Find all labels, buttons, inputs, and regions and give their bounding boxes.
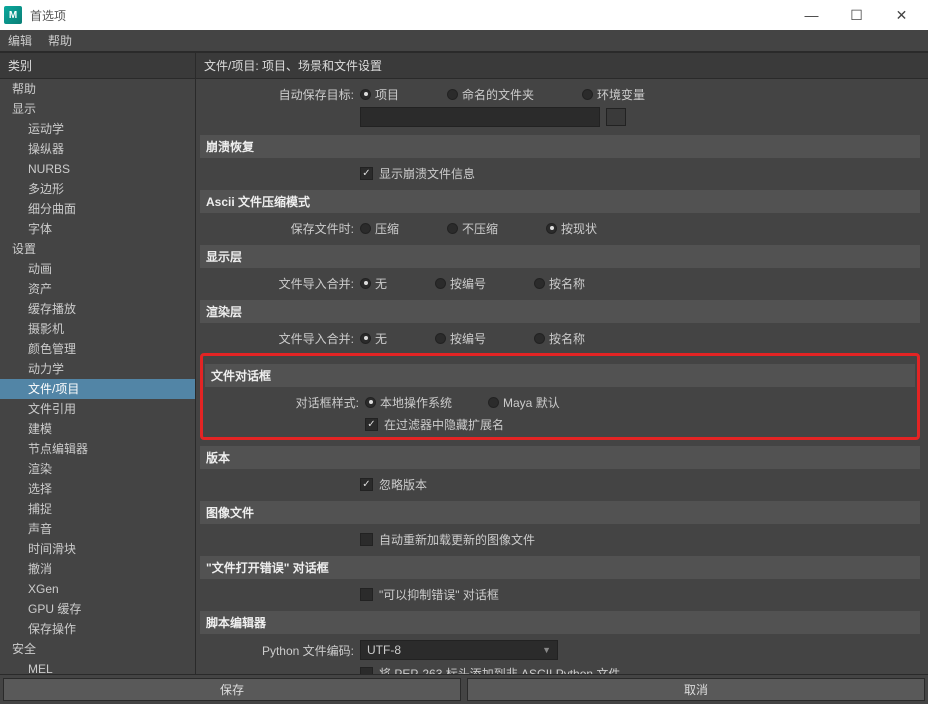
highlight-file-dialog: 文件对话框 对话框样式: 本地操作系统 Maya 默认 ✓在过滤器中隐藏扩展名 [200, 353, 920, 440]
save-button[interactable]: 保存 [3, 678, 461, 701]
filedialog-radio-maya[interactable]: Maya 默认 [488, 394, 560, 411]
tree-item[interactable]: 撤消 [0, 559, 195, 579]
section-image-file: 图像文件 [200, 501, 920, 524]
python-encoding-dropdown[interactable]: UTF-8 ▼ [360, 640, 558, 660]
renderlayer-radio-byname[interactable]: 按名称 [534, 330, 585, 347]
tree-item[interactable]: 安全 [0, 639, 195, 659]
filedialog-radio-native[interactable]: 本地操作系统 [365, 394, 452, 411]
main-area: 类别 帮助显示运动学操纵器NURBS多边形细分曲面字体设置动画资产缓存播放摄影机… [0, 52, 928, 674]
autosave-radio-env[interactable]: 环境变量 [582, 86, 645, 103]
tree-item[interactable]: 资产 [0, 279, 195, 299]
tree-item[interactable]: 操纵器 [0, 139, 195, 159]
displaylayer-radio-none[interactable]: 无 [360, 275, 387, 292]
tree-item[interactable]: 建模 [0, 419, 195, 439]
titlebar: M 首选项 — ☐ ✕ [0, 0, 928, 30]
maximize-button[interactable]: ☐ [834, 0, 879, 30]
tree-item[interactable]: XGen [0, 579, 195, 599]
close-button[interactable]: ✕ [879, 0, 924, 30]
tree-item[interactable]: 颜色管理 [0, 339, 195, 359]
tree-item[interactable]: NURBS [0, 159, 195, 179]
section-version: 版本 [200, 446, 920, 469]
tree-item[interactable]: 帮助 [0, 79, 195, 99]
tree-item[interactable]: 摄影机 [0, 319, 195, 339]
tree-item[interactable]: 保存操作 [0, 619, 195, 639]
checkbox-ignore-version[interactable]: ✓忽略版本 [360, 476, 427, 493]
checkbox-auto-reload-image[interactable]: 自动重新加载更新的图像文件 [360, 531, 535, 548]
section-open-error: "文件打开错误" 对话框 [200, 556, 920, 579]
autosave-radio-project[interactable]: 项目 [360, 86, 399, 103]
section-script-editor: 脚本编辑器 [200, 611, 920, 634]
tree-item[interactable]: 设置 [0, 239, 195, 259]
tree-item[interactable]: 显示 [0, 99, 195, 119]
displaylayer-radio-byname[interactable]: 按名称 [534, 275, 585, 292]
tree-item[interactable]: MEL [0, 659, 195, 674]
sidebar-header: 类别 [0, 53, 195, 79]
autosave-path-row [200, 105, 920, 129]
tree-item[interactable]: 动画 [0, 259, 195, 279]
section-file-dialog: 文件对话框 [205, 364, 915, 387]
displaylayer-radio-bynum[interactable]: 按编号 [435, 275, 486, 292]
ascii-radio-compress[interactable]: 压缩 [360, 220, 399, 237]
autosave-radio-folder[interactable]: 命名的文件夹 [447, 86, 534, 103]
content-header: 文件/项目: 项目、场景和文件设置 [196, 53, 928, 79]
section-display-layer: 显示层 [200, 245, 920, 268]
tree-item[interactable]: 捕捉 [0, 499, 195, 519]
section-crash-recovery: 崩溃恢复 [200, 135, 920, 158]
content-body[interactable]: 自动保存目标: 项目 命名的文件夹 环境变量 崩溃恢复 ✓显示崩溃文件信息 As… [196, 79, 928, 674]
section-ascii-compress: Ascii 文件压缩模式 [200, 190, 920, 213]
autosave-target-label: 自动保存目标: [200, 86, 360, 103]
category-tree[interactable]: 帮助显示运动学操纵器NURBS多边形细分曲面字体设置动画资产缓存播放摄影机颜色管… [0, 79, 195, 674]
app-logo: M [4, 6, 22, 24]
renderlayer-radio-none[interactable]: 无 [360, 330, 387, 347]
checkbox-hide-extensions[interactable]: ✓在过滤器中隐藏扩展名 [365, 416, 504, 433]
ascii-radio-asis[interactable]: 按现状 [546, 220, 597, 237]
autosave-target-row: 自动保存目标: 项目 命名的文件夹 环境变量 [200, 83, 920, 105]
cancel-button[interactable]: 取消 [467, 678, 925, 701]
tree-item[interactable]: 字体 [0, 219, 195, 239]
window-title: 首选项 [30, 7, 66, 24]
minimize-button[interactable]: — [789, 0, 834, 30]
chevron-down-icon: ▼ [542, 645, 551, 655]
ascii-radio-nocompress[interactable]: 不压缩 [447, 220, 498, 237]
content-panel: 文件/项目: 项目、场景和文件设置 自动保存目标: 项目 命名的文件夹 环境变量… [196, 53, 928, 674]
menu-help[interactable]: 帮助 [48, 32, 72, 49]
footer: 保存 取消 [0, 674, 928, 704]
tree-item[interactable]: 多边形 [0, 179, 195, 199]
tree-item[interactable]: 选择 [0, 479, 195, 499]
menu-edit[interactable]: 编辑 [8, 32, 32, 49]
tree-item[interactable]: 细分曲面 [0, 199, 195, 219]
checkbox-pep263[interactable]: 将 PEP-263 标头添加到非 ASCII Python 文件 [360, 665, 620, 675]
tree-item[interactable]: 运动学 [0, 119, 195, 139]
tree-item[interactable]: GPU 缓存 [0, 599, 195, 619]
tree-item[interactable]: 节点编辑器 [0, 439, 195, 459]
renderlayer-radio-bynum[interactable]: 按编号 [435, 330, 486, 347]
checkbox-suppress-error[interactable]: "可以抑制错误" 对话框 [360, 586, 499, 603]
section-render-layer: 渲染层 [200, 300, 920, 323]
checkbox-show-crash-info[interactable]: ✓显示崩溃文件信息 [360, 165, 475, 182]
tree-item[interactable]: 声音 [0, 519, 195, 539]
tree-item[interactable]: 文件/项目 [0, 379, 195, 399]
autosave-path-field[interactable] [360, 107, 600, 127]
menubar: 编辑 帮助 [0, 30, 928, 52]
tree-item[interactable]: 动力学 [0, 359, 195, 379]
tree-item[interactable]: 文件引用 [0, 399, 195, 419]
tree-item[interactable]: 缓存播放 [0, 299, 195, 319]
browse-folder-icon[interactable] [606, 108, 626, 126]
tree-item[interactable]: 渲染 [0, 459, 195, 479]
tree-item[interactable]: 时间滑块 [0, 539, 195, 559]
sidebar: 类别 帮助显示运动学操纵器NURBS多边形细分曲面字体设置动画资产缓存播放摄影机… [0, 53, 196, 674]
